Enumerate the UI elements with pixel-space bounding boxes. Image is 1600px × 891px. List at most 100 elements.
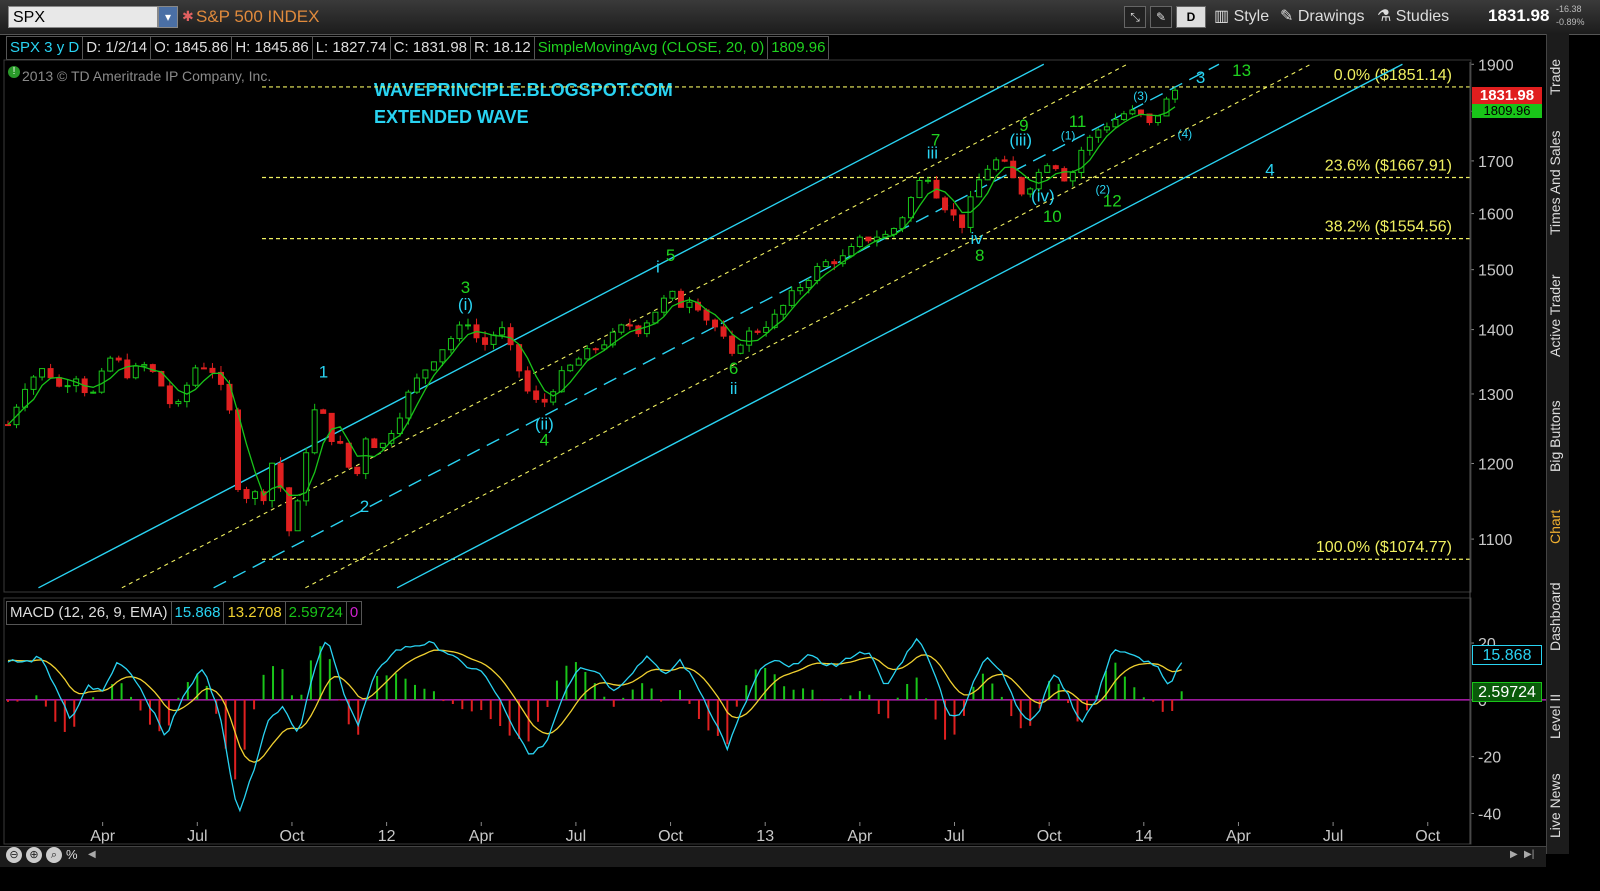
candle-body bbox=[916, 179, 923, 199]
x-tick-label: Oct bbox=[280, 828, 305, 845]
macd-info-row: MACD (12, 26, 9, EMA) 15.868 13.2708 2.5972… bbox=[6, 601, 363, 625]
candle-body bbox=[1095, 129, 1102, 138]
scroll-right-icon[interactable]: ▶ bbox=[1510, 849, 1518, 860]
wave-label: ii bbox=[730, 379, 738, 398]
x-tick-label: Apr bbox=[469, 828, 495, 845]
candle-body bbox=[626, 324, 633, 327]
wave-label: i bbox=[656, 258, 660, 277]
candle-body bbox=[499, 327, 506, 336]
candle-body bbox=[984, 168, 991, 181]
macd-value-tag: 15.868 bbox=[1472, 644, 1542, 665]
channel-yellow-2 bbox=[305, 63, 1311, 589]
y-tick-label: 1200 bbox=[1478, 456, 1514, 473]
right-sidebar: Trade Times And Sales Active Trader Big … bbox=[1546, 34, 1569, 854]
candle-body bbox=[269, 462, 276, 502]
macd-diff: 2.59724 bbox=[284, 601, 347, 625]
candle-body bbox=[686, 301, 693, 308]
candle-body bbox=[328, 412, 335, 442]
candle-body bbox=[1112, 118, 1119, 128]
candle-body bbox=[660, 297, 667, 313]
candle-body bbox=[1010, 160, 1017, 179]
sidebar-tab-dashboard[interactable]: Dashboard bbox=[1547, 564, 1569, 669]
x-tick-label: Jul bbox=[187, 828, 207, 845]
wave-label: (3) bbox=[1133, 89, 1148, 103]
scroll-left-icon[interactable]: ◀ bbox=[88, 849, 98, 861]
x-tick-label: 13 bbox=[756, 828, 774, 845]
candle-body bbox=[47, 368, 54, 379]
wave-label: 8 bbox=[975, 246, 984, 265]
last-price-tag: 1831.98 bbox=[1472, 86, 1542, 105]
candle-body bbox=[1086, 136, 1093, 151]
candle-body bbox=[788, 290, 795, 306]
candle-body bbox=[805, 280, 812, 289]
main-panel-border bbox=[3, 59, 1472, 593]
candle-body bbox=[712, 319, 719, 328]
x-tick-label: Oct bbox=[658, 828, 683, 845]
macd-zero: 0 bbox=[345, 601, 363, 625]
y-tick-label: 1100 bbox=[1478, 532, 1513, 549]
candle-body bbox=[175, 401, 182, 405]
candle-body bbox=[124, 359, 131, 379]
sidebar-tab-active-trader[interactable]: Active Trader bbox=[1547, 256, 1569, 376]
candle-body bbox=[1129, 109, 1136, 115]
candle-body bbox=[1137, 109, 1144, 115]
percent-icon[interactable]: % bbox=[66, 847, 78, 862]
x-tick-label: Jul bbox=[566, 828, 586, 845]
candle-body bbox=[643, 322, 650, 335]
candle-body bbox=[592, 348, 599, 351]
candle-body bbox=[22, 388, 29, 408]
macd-avg: 13.2708 bbox=[223, 601, 286, 625]
macd-signal-line bbox=[7, 649, 1182, 763]
zoom-out-icon[interactable]: ⊖ bbox=[6, 847, 22, 863]
candle-body bbox=[618, 324, 625, 333]
macd-name[interactable]: MACD (12, 26, 9, EMA) bbox=[6, 601, 172, 625]
candle-body bbox=[217, 371, 224, 385]
wave-label: (iv) bbox=[1031, 187, 1055, 206]
sidebar-tab-big-buttons[interactable]: Big Buttons bbox=[1547, 384, 1569, 489]
candle-body bbox=[865, 236, 872, 242]
candle-body bbox=[737, 344, 744, 354]
candle-body bbox=[831, 261, 838, 265]
candle-body bbox=[447, 338, 454, 351]
candle-body bbox=[209, 367, 216, 373]
x-tick-label: Apr bbox=[1226, 828, 1252, 845]
sidebar-tab-chart[interactable]: Chart bbox=[1547, 499, 1569, 554]
candle-body bbox=[422, 369, 429, 379]
zoom-in-icon[interactable]: ⊕ bbox=[26, 847, 42, 863]
candle-body bbox=[413, 377, 420, 393]
x-tick-label: Jul bbox=[1323, 828, 1343, 845]
wave-label: 3 bbox=[1196, 68, 1205, 87]
chart-canvas[interactable]: 0.0% ($1851.14)23.6% ($1667.91)38.2% ($1… bbox=[0, 0, 1546, 866]
candle-body bbox=[754, 330, 761, 333]
y-tick-label: 1300 bbox=[1478, 387, 1514, 404]
candle-body bbox=[482, 337, 489, 345]
scroll-end-icon[interactable]: ▶| bbox=[1524, 849, 1534, 860]
net-change: -16.38 bbox=[1556, 4, 1582, 14]
wave-label: (i) bbox=[458, 295, 473, 314]
candle-body bbox=[950, 209, 957, 216]
candle-body bbox=[379, 442, 386, 449]
wave-label: 4 bbox=[540, 431, 549, 450]
candle-body bbox=[192, 367, 199, 386]
candle-body bbox=[90, 391, 97, 394]
candle-body bbox=[1120, 113, 1127, 120]
wave-label: 4 bbox=[1265, 160, 1274, 179]
sidebar-tab-live-news[interactable]: Live News bbox=[1547, 762, 1569, 850]
magnifier-icon[interactable]: ⌕ bbox=[46, 847, 62, 863]
sidebar-tab-trade[interactable]: Trade bbox=[1547, 42, 1569, 112]
wave-label: 5 bbox=[666, 246, 675, 265]
candle-body bbox=[107, 357, 114, 372]
sidebar-tab-level-ii[interactable]: Level II bbox=[1547, 679, 1569, 754]
candle-body bbox=[567, 364, 574, 372]
y-tick-label: 1500 bbox=[1478, 263, 1514, 280]
channel-yellow-1 bbox=[121, 63, 1128, 589]
candle-body bbox=[337, 440, 344, 444]
candle-body bbox=[993, 159, 1000, 170]
wave-label: 1 bbox=[319, 362, 328, 381]
candle-body bbox=[924, 179, 931, 182]
candle-body bbox=[354, 466, 361, 475]
x-tick-label: 14 bbox=[1135, 828, 1153, 845]
sidebar-tab-times-and-sales[interactable]: Times And Sales bbox=[1547, 118, 1569, 248]
candle-body bbox=[405, 391, 412, 419]
candle-body bbox=[439, 349, 446, 363]
